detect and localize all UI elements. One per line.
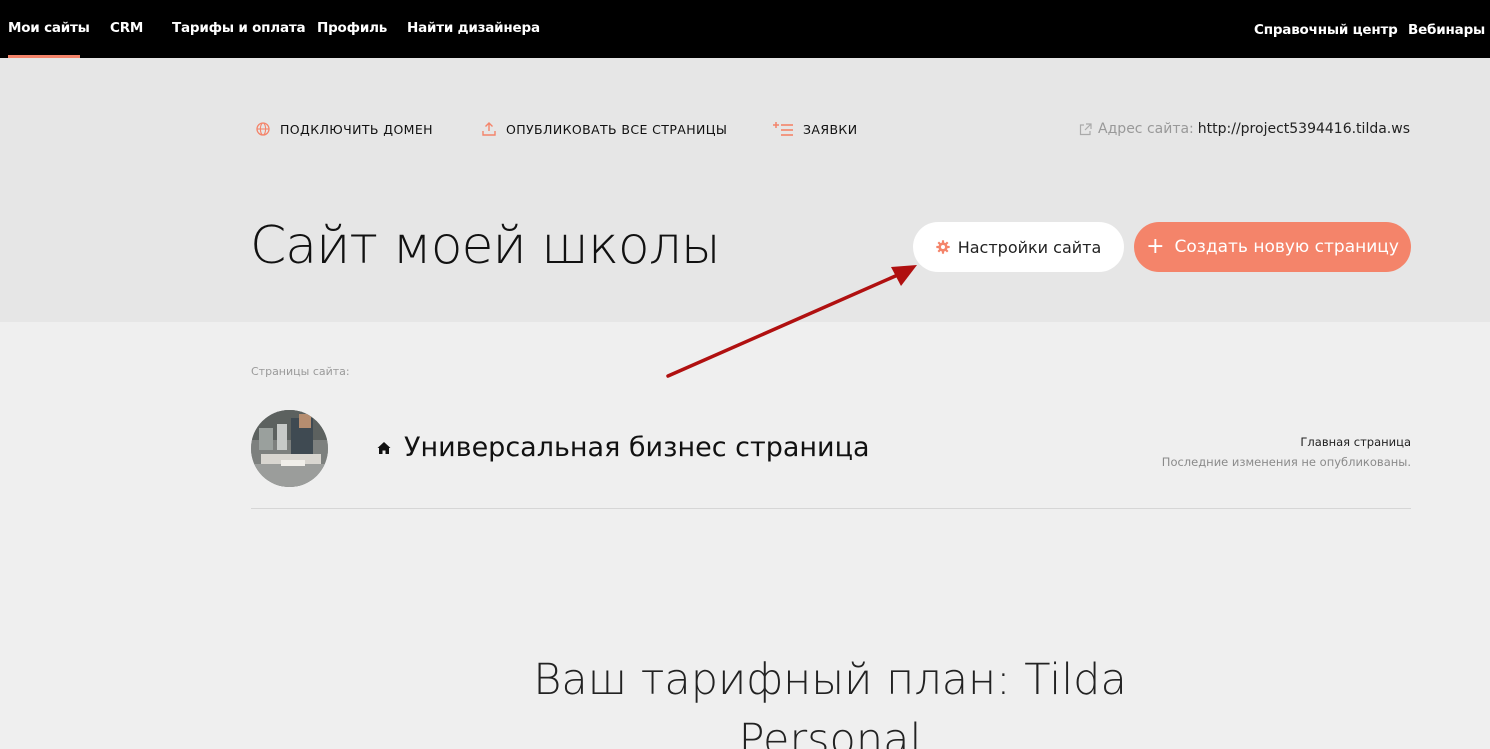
connect-domain-link[interactable]: ПОДКЛЮЧИТЬ ДОМЕН: [255, 121, 433, 137]
page-title: Универсальная бизнес страница: [404, 432, 870, 463]
nav-profile[interactable]: Профиль: [317, 20, 387, 36]
leads-link[interactable]: ЗАЯВКИ: [772, 121, 857, 137]
connect-domain-label: ПОДКЛЮЧИТЬ ДОМЕН: [280, 121, 433, 137]
plus-icon: +: [1146, 234, 1165, 259]
site-title: Сайт моей школы: [250, 216, 721, 276]
page-list-item[interactable]: Универсальная бизнес страница Главная ст…: [251, 410, 1411, 509]
create-page-button[interactable]: + Создать новую страницу: [1134, 222, 1411, 272]
create-page-label: Создать новую страницу: [1174, 237, 1399, 257]
nav-webinars[interactable]: Вебинары: [1408, 22, 1485, 38]
site-address-label: Адрес сайта:: [1098, 121, 1194, 137]
page-title-link[interactable]: Универсальная бизнес страница: [376, 432, 870, 463]
upload-icon: [481, 121, 497, 137]
nav-find-designer[interactable]: Найти дизайнера: [407, 20, 540, 36]
page-meta: Главная страница Последние изменения не …: [1162, 432, 1411, 472]
site-settings-button[interactable]: Настройки сайта: [913, 222, 1124, 272]
site-settings-label: Настройки сайта: [957, 237, 1102, 257]
list-plus-icon: [772, 121, 794, 137]
tariff-plan-heading: Ваш тарифный план: Tilda Personal: [0, 650, 1490, 749]
tariff-plan-line1: Ваш тарифный план: Tilda: [533, 655, 1127, 705]
external-link-icon: [1079, 122, 1092, 136]
page-thumbnail[interactable]: [251, 410, 328, 487]
home-icon: [376, 440, 392, 456]
top-navigation: Мои сайты CRM Тарифы и оплата Профиль На…: [0, 0, 1490, 58]
nav-crm[interactable]: CRM: [110, 20, 143, 36]
leads-label: ЗАЯВКИ: [803, 121, 858, 137]
publish-status: Последние изменения не опубликованы.: [1161, 455, 1411, 469]
site-header-panel: [0, 58, 1490, 322]
site-address: Адрес сайта: http://project5394416.tilda…: [1079, 121, 1410, 137]
home-page-badge: Главная страница: [1300, 435, 1411, 449]
tariff-plan-line2: Personal: [738, 715, 922, 749]
pages-section-label: Страницы сайта:: [251, 365, 350, 378]
publish-all-label: ОПУБЛИКОВАТЬ ВСЕ СТРАНИЦЫ: [506, 121, 728, 137]
nav-my-sites[interactable]: Мои сайты: [8, 20, 90, 36]
publish-all-link[interactable]: ОПУБЛИКОВАТЬ ВСЕ СТРАНИЦЫ: [481, 121, 727, 137]
nav-tariffs[interactable]: Тарифы и оплата: [172, 20, 306, 36]
site-address-url[interactable]: http://project5394416.tilda.ws: [1198, 121, 1410, 137]
nav-help-center[interactable]: Справочный центр: [1254, 22, 1398, 38]
gear-icon: [936, 240, 950, 254]
globe-icon: [255, 121, 271, 137]
